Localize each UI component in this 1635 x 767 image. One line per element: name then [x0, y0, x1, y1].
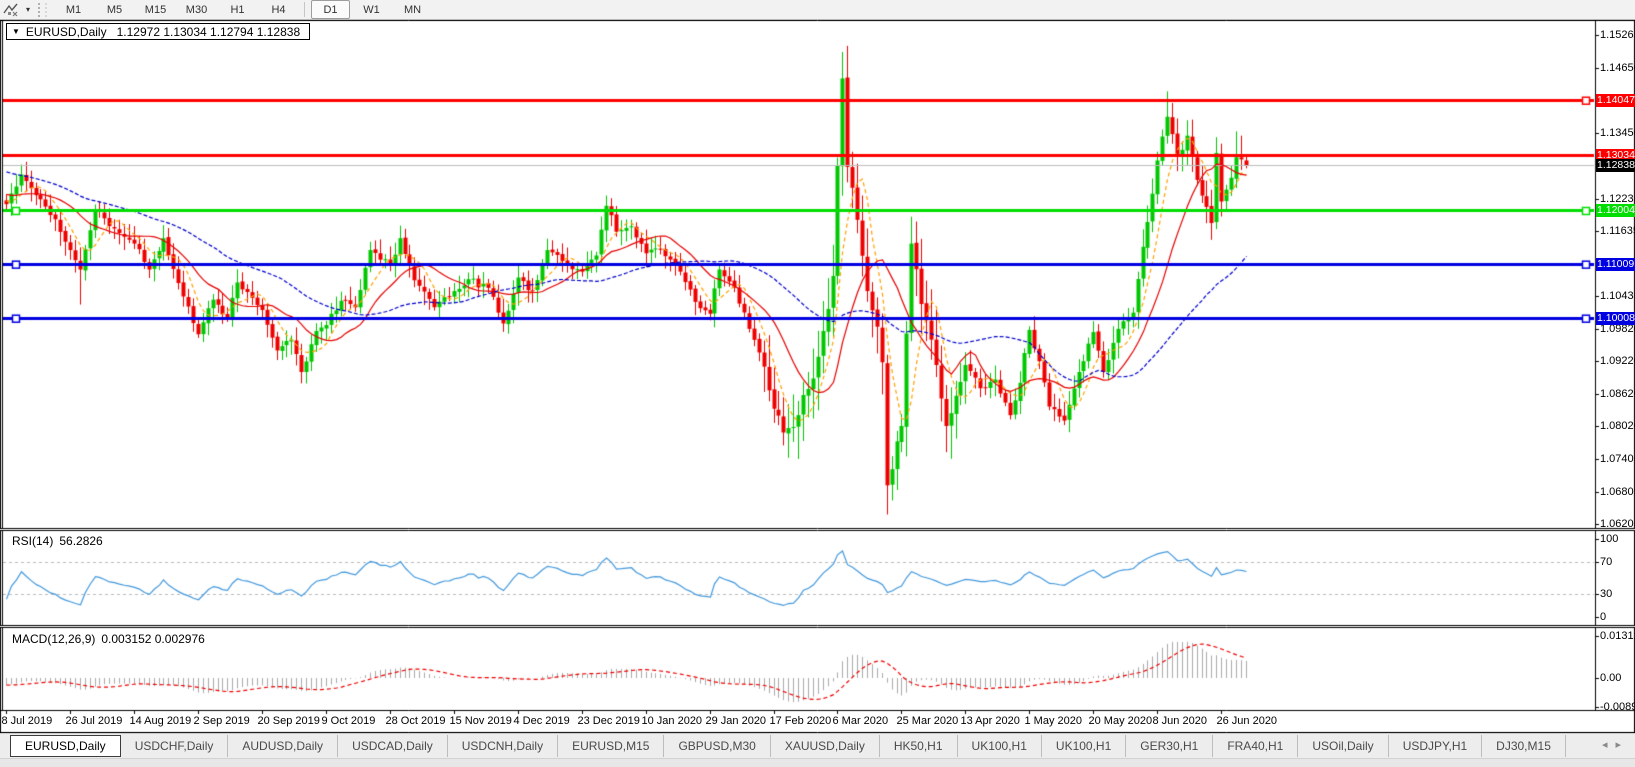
timeframe-group-divider	[304, 2, 305, 17]
price-axis-label: 1.06205	[1600, 518, 1635, 530]
price-axis-label: 1.07405	[1600, 453, 1635, 465]
rsi-axis-label: 0	[1600, 611, 1606, 623]
price-axis-label: 1.12235	[1600, 193, 1635, 205]
tab-scroll-left-icon[interactable]: ◂	[1602, 739, 1616, 751]
timeframe-button-m30[interactable]: M30	[177, 0, 216, 19]
chart-tab-bar: EURUSD,DailyUSDCHF,DailyAUDUSD,DailyUSDC…	[0, 733, 1635, 767]
timeframe-button-m15[interactable]: M15	[136, 0, 175, 19]
chart-tab-ger30-h1[interactable]: GER30,H1	[1126, 735, 1213, 757]
date-axis-label: 8 Jul 2019	[2, 715, 53, 727]
macd-pane-header: MACD(12,26,9) 0.003152 0.002976	[12, 632, 211, 646]
date-axis-label: 20 May 2020	[1089, 715, 1153, 727]
date-axis-label: 1 May 2020	[1025, 715, 1082, 727]
chart-tabs: EURUSD,DailyUSDCHF,DailyAUDUSD,DailyUSDC…	[10, 735, 1566, 757]
macd-axis-label: 0.00	[1600, 672, 1621, 684]
chart-tab-uk100-h1[interactable]: UK100,H1	[958, 735, 1042, 757]
chart-tab-dj30-m15[interactable]: DJ30,M15	[1482, 735, 1566, 757]
rsi-pane-label: RSI(14)	[12, 534, 53, 548]
date-axis-label: 20 Sep 2019	[258, 715, 320, 727]
price-axis-label: 1.15265	[1600, 29, 1635, 41]
price-badge: 1.14047	[1596, 94, 1635, 107]
price-axis-label: 1.08020	[1600, 420, 1635, 432]
date-axis-label: 13 Apr 2020	[961, 715, 1020, 727]
tab-scroll-right-icon[interactable]: ▸	[1615, 739, 1629, 751]
chart-cursor-icon[interactable]	[0, 1, 22, 19]
timeframe-button-m1[interactable]: M1	[54, 0, 93, 19]
date-axis-label: 8 Jun 2020	[1153, 715, 1207, 727]
chart-tab-usdcad-daily[interactable]: USDCAD,Daily	[338, 735, 448, 757]
price-axis-label: 1.09220	[1600, 355, 1635, 367]
rsi-pane-value: 56.2826	[59, 534, 102, 548]
chart-tab-fra40-h1[interactable]: FRA40,H1	[1213, 735, 1298, 757]
chart-window: ▼ EURUSD,Daily 1.12972 1.13034 1.12794 1…	[0, 20, 1635, 733]
date-axis-label: 17 Feb 2020	[770, 715, 832, 727]
timeframe-button-d1[interactable]: D1	[311, 0, 350, 19]
macd-pane-label: MACD(12,26,9)	[12, 632, 95, 646]
collapse-triangle-icon[interactable]: ▼	[12, 27, 20, 36]
price-badge: 1.11009	[1596, 258, 1635, 271]
rsi-pane-header: RSI(14) 56.2826	[12, 534, 109, 548]
price-badge: 1.12838	[1596, 159, 1635, 172]
price-badge: 1.10008	[1596, 312, 1635, 325]
date-axis-label: 9 Oct 2019	[322, 715, 376, 727]
timeframe-button-group: M1M5M15M30H1H4 D1W1MN	[53, 0, 433, 19]
chart-ohlc-values: 1.12972 1.13034 1.12794 1.12838	[117, 25, 301, 39]
macd-axis-label: -0.00893	[1600, 701, 1635, 713]
price-axis-label: 1.10435	[1600, 290, 1635, 302]
timeframe-button-m5[interactable]: M5	[95, 0, 134, 19]
toolbar-grip[interactable]	[38, 3, 47, 17]
date-axis-label: 29 Jan 2020	[706, 715, 767, 727]
date-axis-label: 23 Dec 2019	[578, 715, 640, 727]
price-axis-label: 1.13450	[1600, 127, 1635, 139]
tab-strip-bottom	[0, 758, 1635, 767]
chart-tab-xauusd-daily[interactable]: XAUUSD,Daily	[771, 735, 880, 757]
date-axis-label: 15 Nov 2019	[450, 715, 512, 727]
rsi-axis-label: 70	[1600, 556, 1612, 568]
chart-tab-usoil-daily[interactable]: USOil,Daily	[1298, 735, 1388, 757]
price-chart-canvas[interactable]	[0, 20, 1635, 733]
date-axis-label: 2 Sep 2019	[194, 715, 250, 727]
chart-title-box: ▼ EURUSD,Daily 1.12972 1.13034 1.12794 1…	[6, 23, 310, 40]
rsi-axis-label: 30	[1600, 588, 1612, 600]
tab-scroll-arrows: ◂▸	[1602, 738, 1629, 751]
chart-tab-usdchf-daily[interactable]: USDCHF,Daily	[121, 735, 229, 757]
date-axis-label: 4 Dec 2019	[514, 715, 570, 727]
macd-axis-label: 0.01312	[1600, 630, 1635, 642]
date-axis-label: 26 Jun 2020	[1217, 715, 1278, 727]
date-axis-label: 26 Jul 2019	[66, 715, 123, 727]
chart-tab-audusd-daily[interactable]: AUDUSD,Daily	[228, 735, 338, 757]
chart-tab-eurusd-m15[interactable]: EURUSD,M15	[558, 735, 664, 757]
price-badge: 1.12004	[1596, 204, 1635, 217]
rsi-axis-label: 100	[1600, 533, 1618, 545]
date-axis-label: 14 Aug 2019	[130, 715, 192, 727]
chart-tab-usdcnh-daily[interactable]: USDCNH,Daily	[448, 735, 558, 757]
timeframe-button-w1[interactable]: W1	[352, 0, 391, 19]
chart-tab-hk50-h1[interactable]: HK50,H1	[880, 735, 958, 757]
date-axis-label: 25 Mar 2020	[897, 715, 959, 727]
chart-tab-uk100-h1[interactable]: UK100,H1	[1042, 735, 1126, 757]
timeframe-button-h4[interactable]: H4	[259, 0, 298, 19]
macd-pane-value: 0.003152 0.002976	[101, 632, 204, 646]
price-axis-label: 1.06805	[1600, 486, 1635, 498]
chart-symbol-title: EURUSD,Daily	[26, 25, 107, 39]
date-axis-label: 28 Oct 2019	[386, 715, 446, 727]
cursor-dropdown-caret-icon[interactable]: ▾	[22, 5, 34, 14]
chart-tab-usdjpy-h1[interactable]: USDJPY,H1	[1389, 735, 1482, 757]
price-axis-label: 1.14650	[1600, 62, 1635, 74]
price-axis-label: 1.11635	[1600, 225, 1635, 237]
mt4-terminal: { "toolbar": { "cursor_tool_icon": "char…	[0, 0, 1635, 767]
top-toolbar: ▾ M1M5M15M30H1H4 D1W1MN	[0, 0, 1635, 20]
timeframe-button-h1[interactable]: H1	[218, 0, 257, 19]
price-axis-label: 1.08620	[1600, 388, 1635, 400]
chart-tab-gbpusd-m30[interactable]: GBPUSD,M30	[664, 735, 770, 757]
date-axis-label: 6 Mar 2020	[833, 715, 889, 727]
chart-tab-eurusd-daily[interactable]: EURUSD,Daily	[10, 735, 121, 757]
timeframe-button-mn[interactable]: MN	[393, 0, 432, 19]
date-axis-label: 10 Jan 2020	[642, 715, 703, 727]
